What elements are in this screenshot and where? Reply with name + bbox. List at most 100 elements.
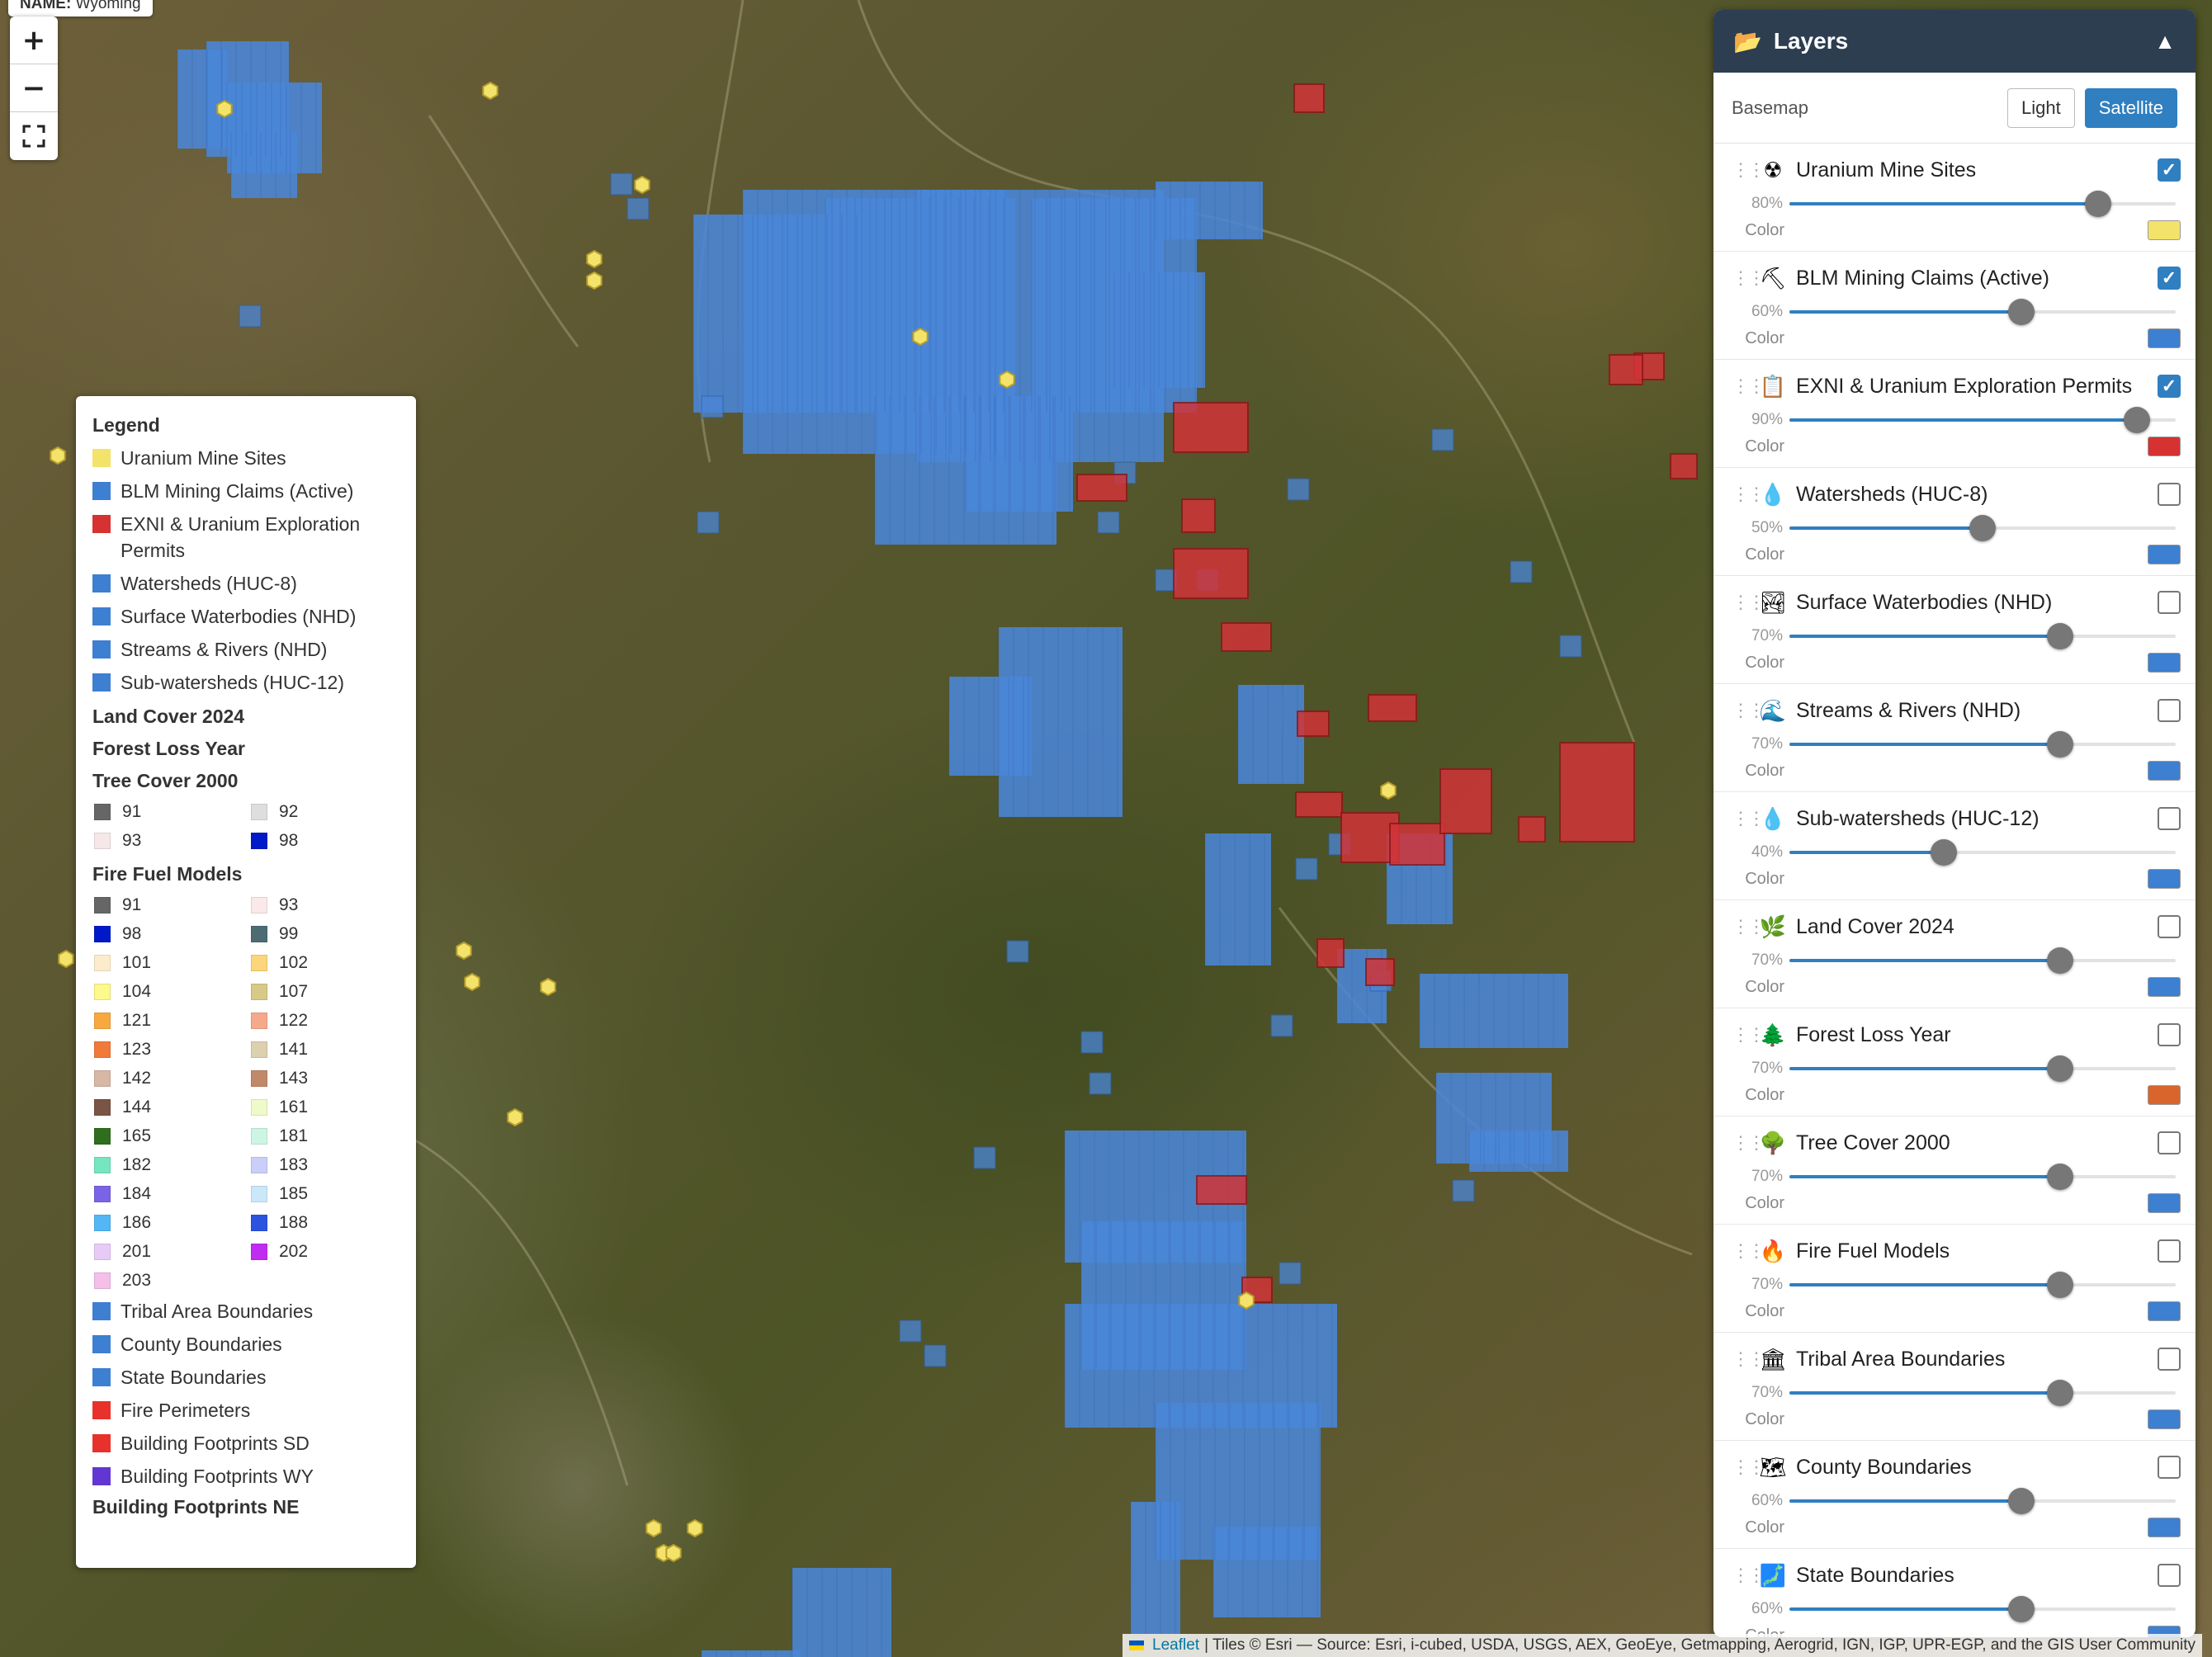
opacity-slider[interactable] (1789, 1164, 2176, 1190)
layer-visibility-checkbox[interactable] (2158, 1131, 2181, 1154)
legend-swatch (251, 1156, 267, 1173)
opacity-slider[interactable] (1789, 947, 2176, 974)
opacity-slider-handle[interactable] (2046, 1380, 2073, 1406)
opacity-slider-handle[interactable] (2046, 731, 2073, 758)
opacity-slider[interactable] (1789, 1380, 2176, 1406)
opacity-slider-handle[interactable] (2046, 1272, 2073, 1298)
pickaxe-icon: ⛏ (1759, 265, 1787, 290)
layer-name: Watersheds (HUC-8) (1796, 482, 1988, 506)
layer-visibility-checkbox[interactable] (2158, 483, 2181, 506)
layer-visibility-checkbox[interactable] (2158, 591, 2181, 614)
layer-color-picker[interactable] (2148, 653, 2181, 673)
permit-area (1609, 354, 1643, 385)
drag-handle-icon[interactable]: ⋮⋮ (1732, 375, 1765, 397)
layer-visibility-checkbox[interactable] (2158, 699, 2181, 722)
layer-color-picker[interactable] (2148, 328, 2181, 348)
drag-handle-icon[interactable]: ⋮⋮ (1732, 159, 1765, 181)
permit-area (1295, 791, 1343, 818)
legend-class-item: 186 (92, 1210, 249, 1235)
opacity-slider[interactable] (1789, 731, 2176, 758)
opacity-slider-handle[interactable] (2007, 299, 2035, 325)
opacity-slider[interactable] (1789, 299, 2176, 325)
drag-handle-icon[interactable]: ⋮⋮ (1732, 267, 1765, 289)
opacity-slider-handle[interactable] (2046, 623, 2073, 649)
drag-handle-icon[interactable]: ⋮⋮ (1732, 1240, 1765, 1262)
opacity-slider[interactable] (1789, 515, 2176, 541)
opacity-slider[interactable] (1789, 1488, 2176, 1514)
drag-handle-icon[interactable]: ⋮⋮ (1732, 916, 1765, 937)
opacity-value: 40% (1751, 843, 1783, 861)
zoom-out-button[interactable]: − (10, 64, 58, 112)
uranium-mine-marker (456, 941, 472, 961)
legend-class-label: 188 (279, 1212, 309, 1232)
opacity-value: 70% (1751, 1276, 1783, 1293)
opacity-slider-handle[interactable] (2046, 1055, 2073, 1082)
drag-handle-icon[interactable]: ⋮⋮ (1732, 1456, 1765, 1478)
layer-visibility-checkbox[interactable]: ✓ (2158, 375, 2181, 398)
legend-class-label: 93 (122, 830, 142, 850)
opacity-slider-handle[interactable] (2046, 1164, 2073, 1190)
clipboard-icon: 📋 (1759, 373, 1787, 399)
layer-color-picker[interactable] (2148, 869, 2181, 889)
layer-color-picker[interactable] (2148, 1518, 2181, 1537)
collapse-icon[interactable]: ▲ (2154, 29, 2176, 54)
zoom-in-button[interactable]: + (10, 17, 58, 64)
opacity-value: 70% (1751, 1168, 1783, 1185)
bottom_items-item: Tribal Area Boundaries (92, 1298, 399, 1324)
opacity-slider-handle[interactable] (2007, 1488, 2035, 1514)
legend-class-item: 121 (92, 1008, 249, 1033)
opacity-slider-handle[interactable] (2046, 947, 2073, 974)
drag-handle-icon[interactable]: ⋮⋮ (1732, 1024, 1765, 1046)
opacity-slider-handle[interactable] (2085, 191, 2112, 217)
fullscreen-button[interactable] (10, 112, 58, 160)
permit-area (1181, 498, 1216, 533)
layer-visibility-checkbox[interactable] (2158, 1564, 2181, 1587)
opacity-slider-handle[interactable] (1931, 839, 1958, 866)
layer-color-picker[interactable] (2148, 220, 2181, 240)
drag-handle-icon[interactable]: ⋮⋮ (1732, 1348, 1765, 1370)
basemap-light-button[interactable]: Light (2007, 87, 2075, 128)
layer-visibility-checkbox[interactable] (2158, 1456, 2181, 1479)
opacity-slider-handle[interactable] (2007, 1596, 2035, 1622)
layer-color-picker[interactable] (2148, 545, 2181, 564)
layer-color-picker[interactable] (2148, 761, 2181, 781)
layer-color-picker[interactable] (2148, 1193, 2181, 1213)
drag-handle-icon[interactable]: ⋮⋮ (1732, 484, 1765, 505)
drag-handle-icon[interactable]: ⋮⋮ (1732, 808, 1765, 829)
basemap-label: Basemap (1732, 97, 1808, 118)
layer-visibility-checkbox[interactable] (2158, 807, 2181, 830)
drag-handle-icon[interactable]: ⋮⋮ (1732, 592, 1765, 613)
layer-visibility-checkbox[interactable] (2158, 1023, 2181, 1046)
claim-area (1156, 182, 1263, 239)
legend-swatch (251, 1127, 267, 1145)
opacity-slider[interactable] (1789, 407, 2176, 433)
leaflet-link[interactable]: Leaflet (1152, 1636, 1199, 1655)
layer-color-picker[interactable] (2148, 1085, 2181, 1105)
layer-color-picker[interactable] (2148, 1301, 2181, 1321)
legend-class-label: 123 (122, 1039, 152, 1059)
layer-color-picker[interactable] (2148, 437, 2181, 456)
opacity-slider[interactable] (1789, 623, 2176, 649)
opacity-slider[interactable] (1789, 191, 2176, 217)
layer-row: ⋮⋮ 💧 Sub-watersheds (HUC-12) 40% Color (1713, 792, 2195, 900)
drag-handle-icon[interactable]: ⋮⋮ (1732, 700, 1765, 721)
drag-handle-icon[interactable]: ⋮⋮ (1732, 1132, 1765, 1154)
bottom_items-item: Fire Perimeters (92, 1397, 399, 1423)
layer-visibility-checkbox[interactable] (2158, 915, 2181, 938)
opacity-slider[interactable] (1789, 1055, 2176, 1082)
opacity-slider[interactable] (1789, 1596, 2176, 1622)
basemap-satellite-button[interactable]: Satellite (2084, 87, 2177, 128)
layers-panel-header[interactable]: 📂 Layers ▲ (1713, 10, 2195, 73)
drag-handle-icon[interactable]: ⋮⋮ (1732, 1565, 1765, 1586)
layer-color-picker[interactable] (2148, 977, 2181, 997)
layer-visibility-checkbox[interactable]: ✓ (2158, 158, 2181, 182)
opacity-slider[interactable] (1789, 839, 2176, 866)
opacity-slider[interactable] (1789, 1272, 2176, 1298)
layer-visibility-checkbox[interactable] (2158, 1239, 2181, 1263)
opacity-slider-handle[interactable] (2124, 407, 2151, 433)
legend-swatch (94, 1185, 111, 1202)
layer-color-picker[interactable] (2148, 1409, 2181, 1429)
opacity-slider-handle[interactable] (1969, 515, 1996, 541)
layer-visibility-checkbox[interactable] (2158, 1348, 2181, 1371)
layer-visibility-checkbox[interactable]: ✓ (2158, 267, 2181, 290)
